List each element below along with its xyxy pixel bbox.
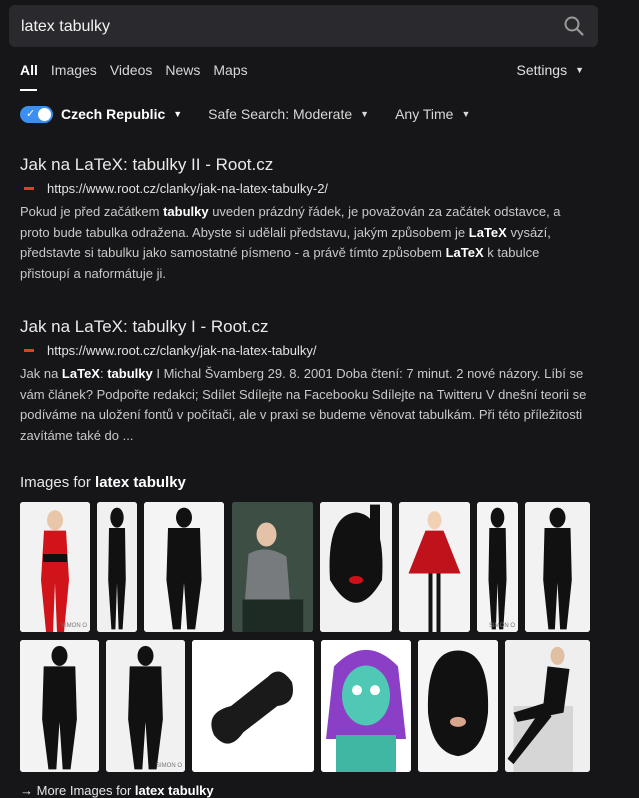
result-snippet: Pokud je před začátkem tabulky uveden pr… <box>20 202 590 284</box>
thumbnail-image <box>399 502 470 632</box>
thumbnail-image <box>144 502 224 632</box>
watermark-text: SIMON O <box>61 623 87 629</box>
chevron-down-icon: ▼ <box>173 109 183 119</box>
search-icon[interactable] <box>564 16 584 36</box>
snippet-highlight: tabulky <box>163 204 209 219</box>
snippet-text: Jak na <box>20 366 62 381</box>
thumbnail-image <box>505 640 590 772</box>
time-filter[interactable]: Any Time ▼ <box>395 106 470 122</box>
result-url-row: https://www.root.cz/clanky/jak-na-latex-… <box>20 343 590 358</box>
search-result: Jak na LaTeX: tabulky II - Root.cz https… <box>20 155 590 284</box>
images-heading-query: latex tabulky <box>95 474 186 491</box>
arrow-right-icon: → <box>20 783 33 798</box>
thumbnail-image <box>192 640 314 772</box>
search-box[interactable] <box>9 5 598 49</box>
image-thumbnail[interactable] <box>505 640 590 772</box>
search-tabs: All Images Videos News Maps <box>20 62 261 82</box>
check-icon: ✓ <box>26 107 36 120</box>
watermark-text: SIMON O <box>156 763 182 769</box>
image-thumbnail[interactable] <box>192 640 314 772</box>
tab-all[interactable]: All <box>20 62 38 82</box>
snippet-text: Pokud je před začátkem <box>20 204 164 219</box>
safe-search-filter[interactable]: Safe Search: Moderate ▼ <box>208 106 369 122</box>
snippet-highlight: LaTeX <box>468 224 507 240</box>
settings-dropdown[interactable]: Settings ▼ <box>516 62 584 78</box>
chevron-down-icon: ▼ <box>461 109 471 119</box>
search-result: Jak na LaTeX: tabulky I - Root.cz https:… <box>20 317 590 446</box>
thumbnail-image: SIMON O <box>477 502 518 632</box>
site-favicon-icon <box>24 187 34 190</box>
tab-videos[interactable]: Videos <box>110 62 153 82</box>
image-thumbnail[interactable]: SIMON O <box>20 502 90 632</box>
thumbnail-image <box>97 502 137 632</box>
thumbnail-image <box>525 502 590 632</box>
thumbnail-image <box>232 502 313 632</box>
active-tab-indicator <box>20 89 37 91</box>
image-thumbnail[interactable]: SIMON O <box>477 502 518 632</box>
region-toggle[interactable]: ✓ <box>20 105 53 123</box>
image-thumbnail[interactable] <box>399 502 470 632</box>
site-favicon-icon <box>24 349 34 352</box>
tab-news[interactable]: News <box>165 62 200 82</box>
result-snippet: Jak na LaTeX: tabulky I Michal Švamberg … <box>20 364 590 446</box>
result-url[interactable]: https://www.root.cz/clanky/jak-na-latex-… <box>47 181 328 196</box>
image-thumbnail[interactable] <box>320 502 392 632</box>
thumbnail-image: SIMON O <box>106 640 185 772</box>
result-title-link[interactable]: Jak na LaTeX: tabulky II - Root.cz <box>20 155 590 175</box>
toggle-knob <box>38 107 51 121</box>
result-title-link[interactable]: Jak na LaTeX: tabulky I - Root.cz <box>20 317 590 337</box>
snippet-highlight: LaTeX <box>445 245 484 260</box>
chevron-down-icon: ▼ <box>575 65 584 75</box>
result-url-row: https://www.root.cz/clanky/jak-na-latex-… <box>20 181 590 196</box>
image-thumbnail[interactable] <box>20 640 99 772</box>
tab-maps[interactable]: Maps <box>213 62 247 82</box>
search-input[interactable] <box>19 5 543 49</box>
thumbnail-image: SIMON O <box>20 502 90 632</box>
image-thumbnail[interactable] <box>144 502 224 632</box>
thumbnail-image <box>418 640 498 772</box>
chevron-down-icon: ▼ <box>360 109 370 119</box>
thumbnail-image <box>320 502 392 632</box>
images-heading[interactable]: Images for latex tabulky <box>20 474 186 491</box>
filter-bar: ✓ Czech Republic ▼ Safe Search: Moderate ▼… <box>20 104 496 124</box>
settings-label: Settings <box>516 62 568 78</box>
image-thumbnail[interactable] <box>418 640 498 772</box>
thumbnail-image <box>20 640 99 772</box>
snippet-highlight: LaTeX <box>61 366 100 381</box>
region-filter[interactable]: Czech Republic ▼ <box>61 106 182 122</box>
region-label: Czech Republic <box>61 106 166 122</box>
image-thumbnail[interactable] <box>525 502 590 632</box>
more-images-query: latex tabulky <box>134 783 214 798</box>
safe-search-label: Safe Search: Moderate <box>208 106 353 122</box>
tab-images[interactable]: Images <box>51 62 97 82</box>
watermark-text: SIMON O <box>489 623 515 629</box>
more-images-link[interactable]: → More Images for latex tabulky <box>20 783 214 798</box>
result-url[interactable]: https://www.root.cz/clanky/jak-na-latex-… <box>47 343 317 358</box>
images-heading-prefix: Images for <box>20 474 96 491</box>
image-thumbnail[interactable]: SIMON O <box>106 640 185 772</box>
snippet-highlight: tabulky <box>107 366 153 381</box>
thumbnail-image <box>321 640 411 772</box>
image-thumbnail[interactable] <box>97 502 137 632</box>
image-thumbnail[interactable] <box>321 640 411 772</box>
time-label: Any Time <box>395 106 454 122</box>
image-thumbnail[interactable] <box>232 502 313 632</box>
more-images-prefix: More Images for <box>36 783 135 798</box>
